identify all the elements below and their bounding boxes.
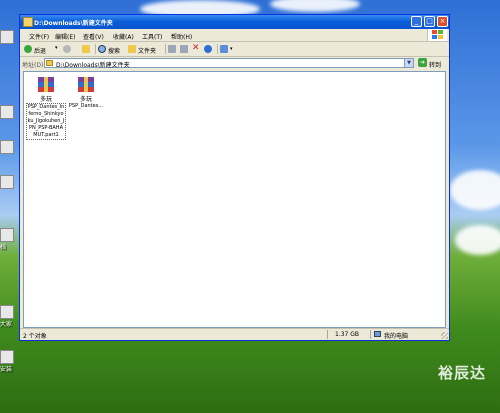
address-input[interactable]: D:\Downloads\新建文件夹 ▼ [44,58,414,69]
undo-button[interactable] [204,44,214,54]
chevron-down-icon: ▼ [407,60,411,66]
status-location: 我的电脑 [384,333,409,340]
address-value: D:\Downloads\新建文件夹 [56,62,130,69]
back-button[interactable]: 后退 [24,44,54,55]
close-icon: × [439,17,446,25]
minimize-icon: _ [414,17,419,25]
explorer-window: D:\Downloads\新建文件夹 _ □ × 文件(F) 编辑(E) 查看(… [19,14,450,341]
desktop-icon-label: 档 [0,244,7,251]
toolbar-separator [95,44,96,54]
status-bar: 2 个对象 1.37 GB 我的电脑 [20,328,449,340]
rar-archive-icon [77,77,95,93]
menu-edit[interactable]: 编辑(E) [55,32,75,41]
copy-to-icon [180,45,188,53]
go-arrow-icon: ➔ [418,58,427,67]
menu-favorites[interactable]: 收藏(A) [113,32,134,41]
status-separator [370,330,371,339]
forward-arrow-icon [63,45,71,53]
back-label: 后退 [34,48,47,55]
up-folder-button[interactable] [82,44,92,54]
desktop-icon-image [0,140,14,154]
search-label: 搜索 [108,48,121,55]
folder-icon [23,17,33,27]
menu-bar: 文件(F) 编辑(E) 查看(V) 收藏(A) 工具(T) 帮助(H) [20,29,449,42]
status-size: 1.37 GB [335,331,360,338]
maximize-button[interactable]: □ [424,16,435,27]
move-to-button[interactable] [168,44,178,54]
windows-logo-icon [427,29,447,41]
desktop-icon-image [0,175,14,189]
move-to-icon [168,45,176,53]
desktop-icon-label: 安装 [0,366,13,373]
menu-file[interactable]: 文件(F) [29,32,49,41]
go-button[interactable]: ➔ 转到 [418,58,447,69]
desktop-icon-image [0,305,14,319]
go-label: 转到 [429,62,442,69]
folders-button[interactable]: 文件夹 [128,44,162,55]
delete-icon: ✕ [192,43,200,53]
back-arrow-icon [24,45,32,53]
up-folder-icon [82,45,90,53]
toolbar-separator [165,44,166,54]
resize-grip[interactable] [441,332,448,339]
desktop-icon-image [0,350,14,364]
status-object-count: 2 个对象 [23,333,47,340]
forward-button[interactable] [63,44,77,54]
desktop-icon-image [0,30,14,44]
desktop-icon[interactable] [0,105,14,119]
chevron-down-icon: ▾ [55,45,58,51]
chevron-down-icon: ▾ [230,46,233,52]
file-list[interactable]: 多玩 PSP_Dantes_Inferno_Shinkyoku_Jigokuhe… [23,71,446,328]
close-button[interactable]: × [437,16,448,27]
toolbar: 后退 ▾ 搜索 文件夹 ✕ ▾ [20,42,449,57]
rar-archive-icon [37,77,55,93]
menu-help[interactable]: 帮助(H) [171,32,192,41]
desktop-icon[interactable]: 大家 [0,305,14,328]
file-item[interactable]: 多玩 PSP_Dantes... [66,77,106,110]
folder-icon [46,60,53,66]
my-computer-icon [374,331,381,337]
file-name: PSP_Dantes... [68,103,104,109]
menu-tools[interactable]: 工具(T) [142,32,162,41]
desktop-icon[interactable]: 安装 [0,350,14,373]
window-title: D:\Downloads\新建文件夹 [34,20,113,27]
search-icon [98,45,106,53]
file-name: PSP_Dantes_Inferno_Shinkyoku_Jigokuhen_J… [26,103,66,140]
folders-icon [128,45,136,53]
desktop-icon[interactable]: 档 [0,228,14,251]
maximize-icon: □ [426,17,433,25]
desktop-icon-label: 大家 [0,321,13,328]
menu-view[interactable]: 查看(V) [83,32,104,41]
views-icon [220,45,228,53]
file-item[interactable]: 多玩 PSP_Dantes_Inferno_Shinkyoku_Jigokuhe… [26,77,66,140]
views-button[interactable]: ▾ [220,44,238,54]
minimize-button[interactable]: _ [411,16,422,27]
toolbar-separator [217,44,218,54]
desktop-icon[interactable] [0,30,14,44]
file-icon-caption: 多玩 [39,96,52,103]
copy-to-button[interactable] [180,44,190,54]
title-bar[interactable]: D:\Downloads\新建文件夹 _ □ × [20,15,449,29]
address-label: 地址(D) [22,62,44,69]
address-dropdown[interactable]: ▼ [404,59,413,67]
address-bar: 地址(D) D:\Downloads\新建文件夹 ▼ ➔ 转到 [20,57,449,69]
search-button[interactable]: 搜索 [98,44,126,55]
undo-icon [204,45,212,53]
back-dropdown[interactable]: ▾ [55,44,61,54]
watermark: 裕辰达 [437,364,486,382]
desktop-icon[interactable] [0,140,14,154]
status-separator [327,330,328,339]
file-icon-caption: 多玩 [79,96,92,103]
desktop-icon-image [0,105,14,119]
desktop-icon[interactable] [0,175,14,189]
folders-label: 文件夹 [138,48,157,55]
desktop-icon-image [0,228,14,242]
delete-button[interactable]: ✕ [192,44,202,54]
